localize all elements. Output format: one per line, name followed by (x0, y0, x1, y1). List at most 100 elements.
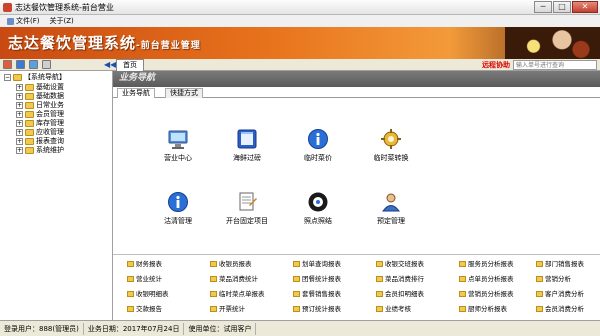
main-panel: 业务导航 业务导航 快捷方式 营业中心 海鲜过磅 临时菜价 临时菜转换 沽清管理… (113, 71, 600, 320)
help-icon[interactable] (29, 60, 38, 69)
folder-icon (25, 110, 34, 118)
report-link[interactable]: 营业统计 (127, 275, 162, 283)
settings-icon[interactable] (42, 60, 51, 69)
tab-home[interactable]: 首页 (116, 59, 144, 71)
tree-item-label: 基础数据 (36, 92, 64, 100)
close-button[interactable]: ✕ (572, 1, 598, 13)
func-order-settle[interactable]: 照点照结 (290, 191, 346, 226)
collapse-nav-icon[interactable]: ◀◀ (104, 60, 116, 69)
monitor-icon (168, 130, 188, 149)
report-link[interactable]: 服务员分析报表 (459, 260, 514, 268)
status-business-date: 业务日期：2017年07月24日 (84, 322, 185, 335)
func-label: 营业中心 (164, 154, 192, 162)
report-link[interactable]: 收银员报表 (210, 260, 252, 268)
expand-icon[interactable]: + (16, 101, 23, 109)
func-business-center[interactable]: 营业中心 (150, 128, 206, 163)
tree-item-member[interactable]: + 会员管理 (16, 110, 64, 118)
report-link[interactable]: 开票统计 (210, 305, 245, 313)
expand-icon[interactable]: + (16, 128, 23, 136)
folder-icon (210, 306, 217, 312)
folder-icon (293, 276, 300, 282)
window-title: 志达餐饮管理系统-前台营业 (15, 3, 114, 12)
folder-icon (127, 306, 134, 312)
report-link[interactable]: 菜品消费统计 (210, 275, 258, 283)
file-menu-icon (7, 17, 14, 25)
report-link[interactable]: 点单员分析报表 (459, 275, 514, 283)
expand-icon[interactable]: + (16, 137, 23, 145)
gear-icon (381, 129, 401, 149)
folder-icon (25, 83, 34, 91)
remote-help-link[interactable]: 远程协助 (482, 60, 510, 70)
report-label: 业绩考核 (385, 305, 411, 313)
report-link[interactable]: 厨师分析报表 (459, 305, 507, 313)
report-link[interactable]: 划单查询报表 (293, 260, 341, 268)
tree-item-maintenance[interactable]: + 系统维护 (16, 146, 64, 154)
report-label: 菜品消费排行 (385, 275, 424, 283)
folder-icon (536, 276, 543, 282)
expand-icon[interactable]: + (16, 119, 23, 127)
menu-file[interactable]: 文件(F) (4, 16, 43, 26)
func-temp-dish-convert[interactable]: 临时菜转换 (363, 128, 419, 163)
report-link[interactable]: 营销员分析报表 (459, 290, 514, 298)
menu-about-label: 关于(Z) (49, 17, 74, 25)
folder-icon (536, 261, 543, 267)
report-link[interactable]: 交款报告 (127, 305, 162, 313)
order-search-input[interactable] (513, 60, 597, 70)
status-unit: 使用单位：试用客户 (184, 322, 257, 335)
logo-icon[interactable] (3, 60, 12, 69)
expand-icon[interactable]: + (16, 92, 23, 100)
func-label: 临时菜转换 (373, 154, 409, 162)
func-reservation[interactable]: 预定管理 (363, 191, 419, 226)
report-link[interactable]: 菜品消费排行 (376, 275, 424, 283)
tree-item-basic-settings[interactable]: + 基础设置 (16, 83, 64, 91)
func-table-fixed-items[interactable]: 开台固定项目 (219, 191, 275, 226)
info-icon (308, 129, 328, 149)
report-label: 部门销售报表 (545, 260, 584, 268)
report-link[interactable]: 预订统计报表 (293, 305, 341, 313)
func-temp-price[interactable]: 临时菜价 (290, 128, 346, 163)
report-link[interactable]: 业绩考核 (376, 305, 411, 313)
func-sold-out[interactable]: 沽清管理 (150, 191, 206, 226)
report-label: 团餐统计报表 (302, 275, 341, 283)
report-link[interactable]: 客户消费分析 (536, 290, 584, 298)
tree-item-inventory[interactable]: + 库存管理 (16, 119, 64, 127)
expand-icon[interactable]: − (4, 74, 11, 81)
func-seafood-weigh[interactable]: 海鲜过磅 (219, 128, 275, 163)
tree-item-reports[interactable]: + 报表查询 (16, 137, 64, 145)
folder-icon (210, 276, 217, 282)
folder-icon (127, 276, 134, 282)
expand-icon[interactable]: + (16, 110, 23, 118)
nav-tabs: 业务导航 快捷方式 (113, 87, 600, 98)
tab-shortcuts[interactable]: 快捷方式 (165, 88, 203, 98)
report-link[interactable]: 团餐统计报表 (293, 275, 341, 283)
menu-about[interactable]: 关于(Z) (47, 16, 77, 26)
tree-item-daily-business[interactable]: + 日常业务 (16, 101, 64, 109)
tree-item-basic-data[interactable]: + 基础数据 (16, 92, 64, 100)
report-link[interactable]: 临时菜点单报表 (210, 290, 265, 298)
report-link[interactable]: 会员消费分析 (536, 305, 584, 313)
report-label: 财务报表 (136, 260, 162, 268)
report-link[interactable]: 部门销售报表 (536, 260, 584, 268)
report-link[interactable]: 财务报表 (127, 260, 162, 268)
report-link[interactable]: 营销分析 (536, 275, 571, 283)
report-link[interactable]: 会员扣明细表 (376, 290, 424, 298)
status-bar: 登录用户：888(管理员) 业务日期：2017年07月24日 使用单位：试用客户 (0, 320, 600, 336)
tree-item-receivables[interactable]: + 应收管理 (16, 128, 64, 136)
folder-icon (25, 137, 34, 145)
expand-icon[interactable]: + (16, 146, 23, 154)
report-link[interactable]: 套餐销售报表 (293, 290, 341, 298)
banner-subtitle: -前台营业管理 (136, 41, 201, 51)
tree-root[interactable]: − 【系统导航】 (4, 73, 66, 82)
report-link[interactable]: 收银交班报表 (376, 260, 424, 268)
report-link[interactable]: 收银明细表 (127, 290, 169, 298)
minimize-button[interactable]: ─ (534, 1, 552, 13)
tab-business-nav[interactable]: 业务导航 (117, 88, 155, 98)
print-icon[interactable] (16, 60, 25, 69)
menu-bar: 文件(F) 关于(Z) (0, 15, 600, 27)
folder-icon (25, 146, 34, 154)
report-label: 收银明细表 (136, 290, 169, 298)
expand-icon[interactable]: + (16, 83, 23, 91)
folder-icon (25, 101, 34, 109)
folder-icon (376, 306, 383, 312)
maximize-button[interactable]: □ (553, 1, 571, 13)
